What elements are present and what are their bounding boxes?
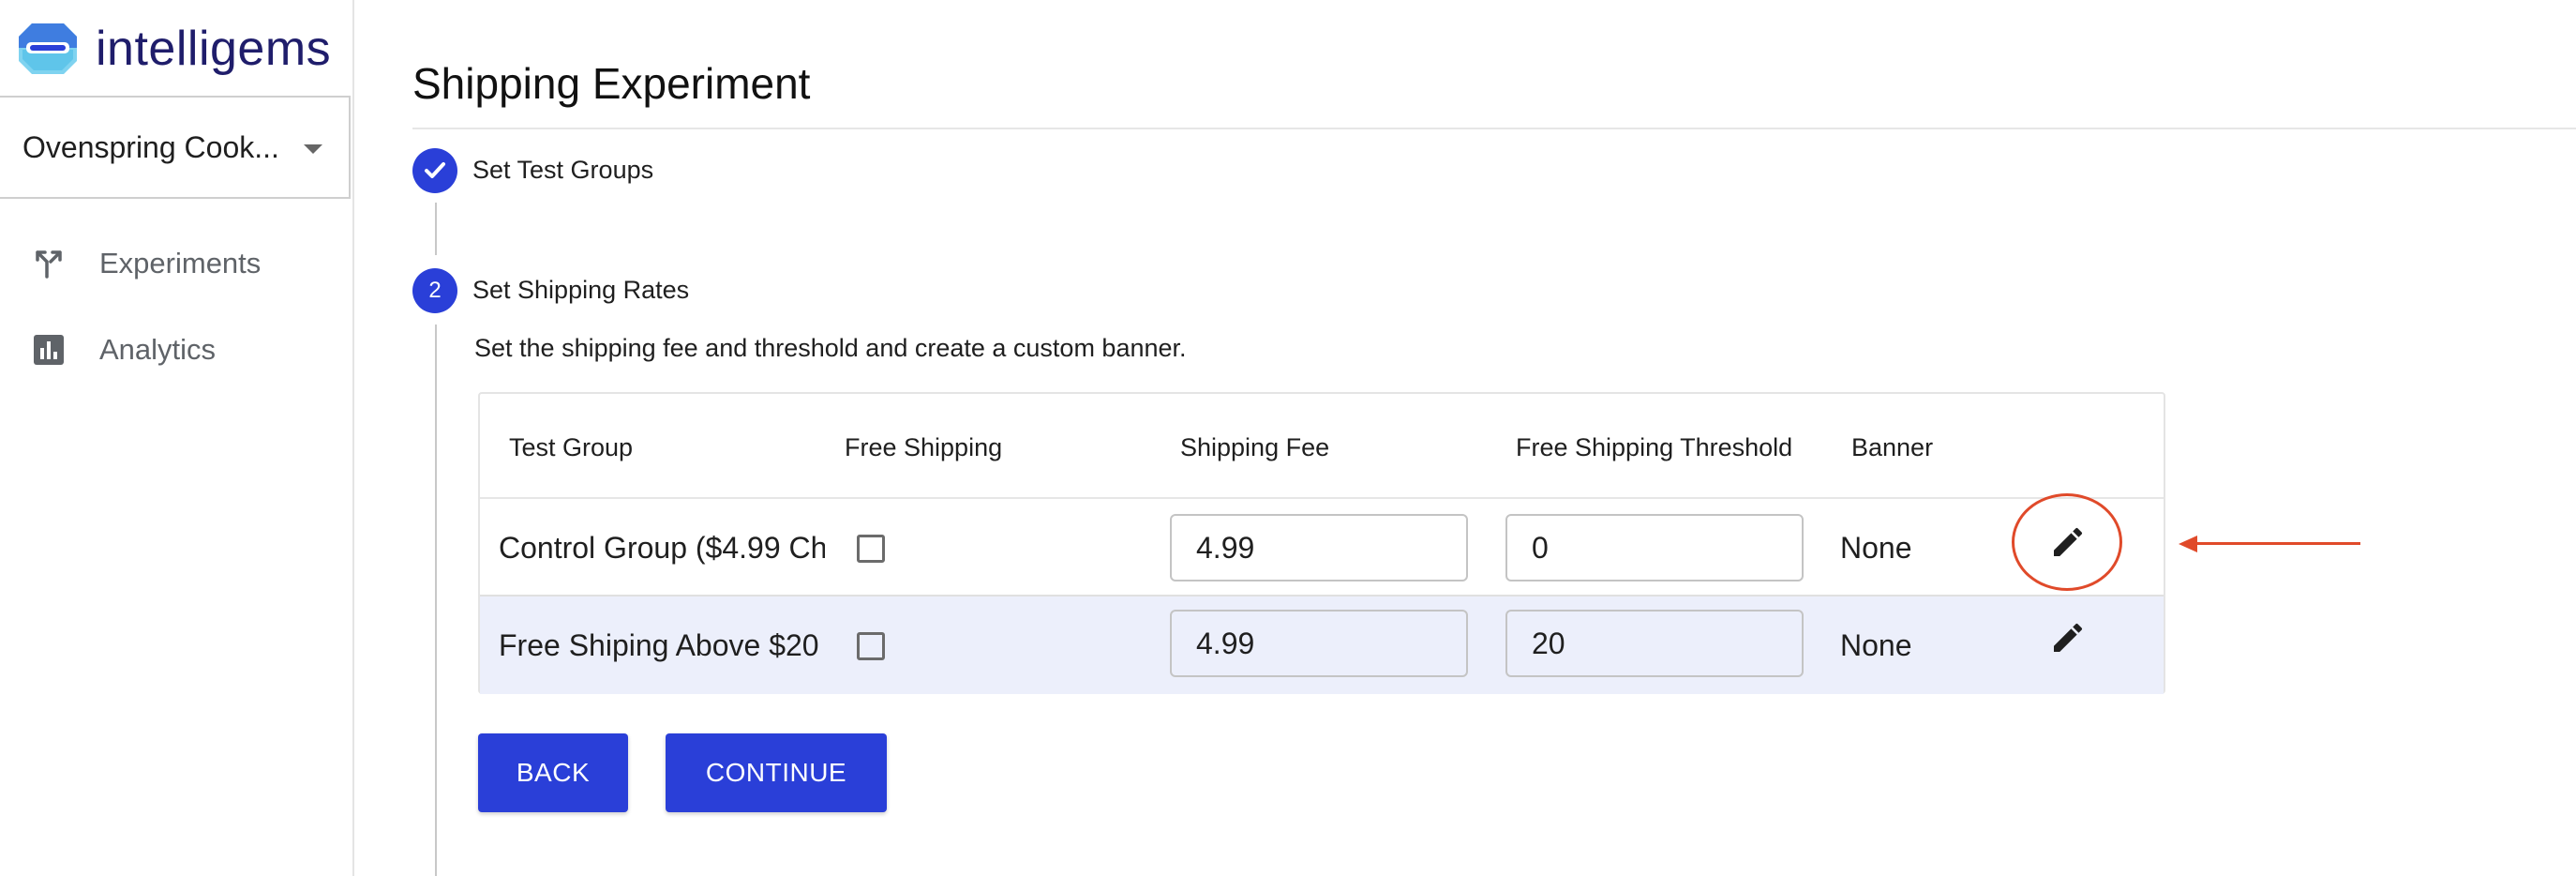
column-header: Test Group [509,433,634,461]
column-header: Banner [1851,433,1934,461]
store-selector[interactable]: Ovenspring Cook... [0,96,351,199]
test-group-name: Free Shiping Above $20 [499,628,819,662]
sidebar: intelligems Ovenspring Cook... Experimen… [0,0,354,876]
banner-value: None [1840,531,1912,565]
sidebar-item-experiments[interactable]: Experiments [0,227,351,300]
column-header: Shipping Fee [1180,433,1330,461]
shipping-fee-input[interactable] [1170,514,1468,581]
annotation-highlight-circle [2012,493,2122,591]
threshold-input[interactable] [1505,610,1804,677]
banner-value: None [1840,628,1912,662]
edit-icon[interactable] [2045,615,2090,660]
step-label: Set Test Groups [472,156,654,184]
checkmark-icon [425,162,445,178]
table-row: Control Group ($4.99 Ch None [480,497,2164,597]
store-selector-value: Ovenspring Cook... [22,129,279,164]
experiments-icon [30,245,67,282]
continue-button[interactable]: CONTINUE [666,733,887,812]
step-number-text: 2 [428,278,442,303]
chevron-down-icon [304,144,322,154]
page-title: Shipping Experiment [412,59,811,108]
shipping-fee-input[interactable] [1170,610,1468,677]
intelligems-logo-icon [19,23,77,74]
column-header: Free Shipping [845,433,1003,461]
step-number: 2 [412,268,457,313]
sidebar-item-label: Analytics [99,333,217,366]
step-label: Set Shipping Rates [472,276,690,304]
step-connector [435,325,437,876]
column-header: Free Shipping Threshold [1516,433,1793,461]
back-button[interactable]: BACK [478,733,628,812]
logo[interactable]: intelligems [17,19,331,79]
sidebar-item-analytics[interactable]: Analytics [0,313,351,386]
step-description: Set the shipping fee and threshold and c… [474,334,1187,362]
divider [412,128,2576,129]
brand-name: intelligems [96,22,332,76]
analytics-icon [30,331,67,369]
threshold-input[interactable] [1505,514,1804,581]
step-completed-icon [412,148,457,193]
sidebar-item-label: Experiments [99,247,262,279]
annotation-arrow-line [2194,542,2360,545]
table-row: Free Shiping Above $20 None [480,595,2164,694]
test-group-name: Control Group ($4.99 Ch [499,531,825,565]
free-shipping-checkbox[interactable] [857,535,885,563]
free-shipping-checkbox[interactable] [857,632,885,660]
step-connector [435,203,437,255]
